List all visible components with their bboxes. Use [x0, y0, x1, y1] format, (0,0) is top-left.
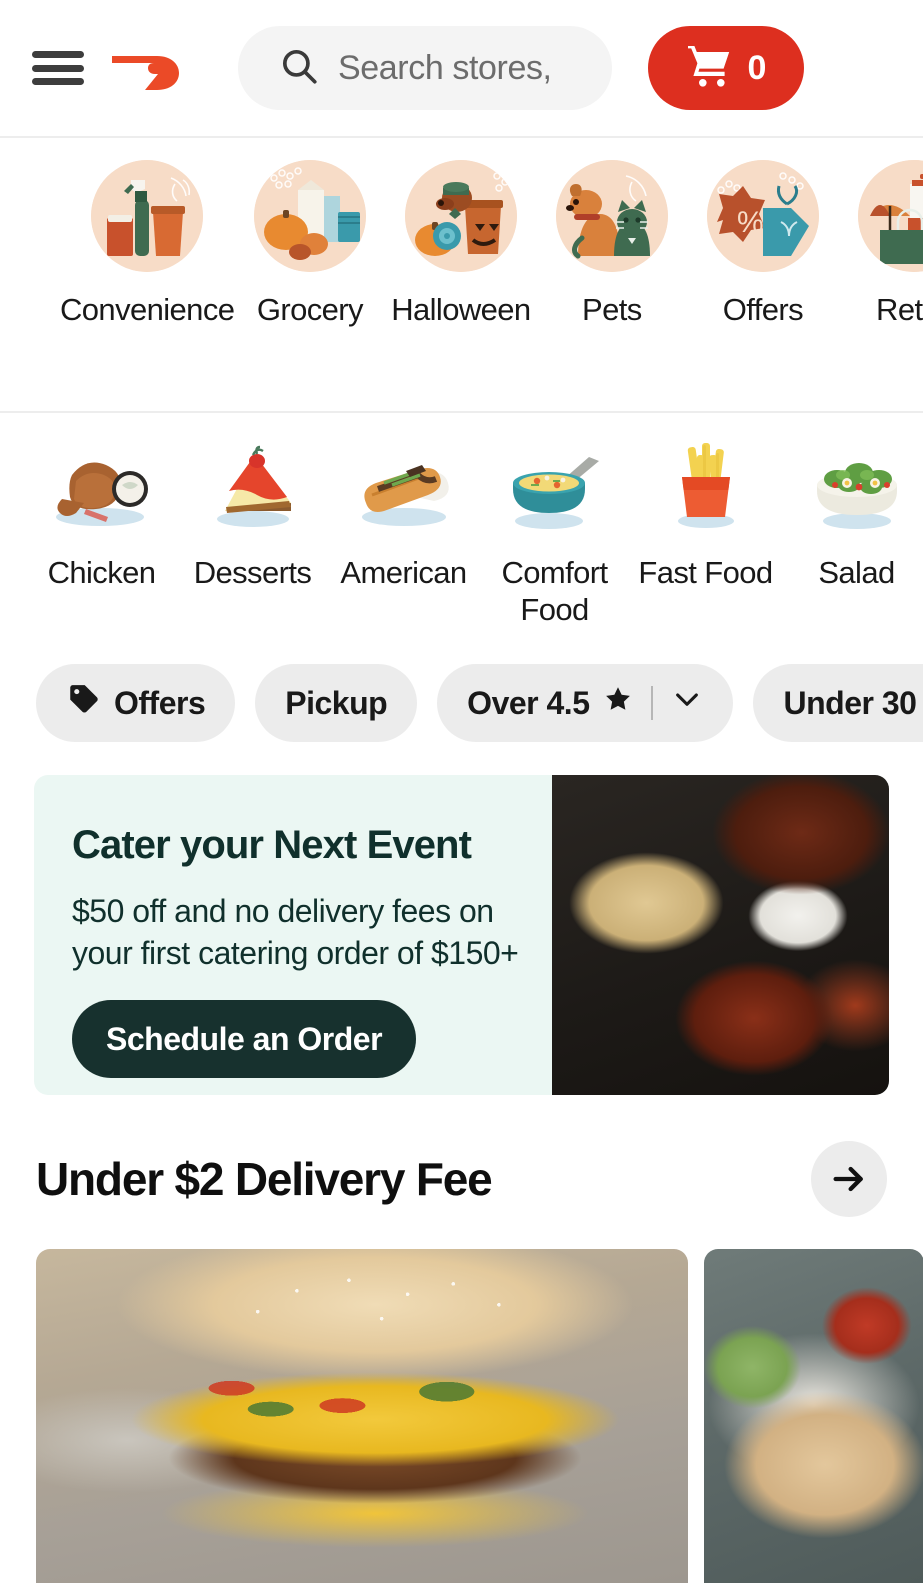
filter-chip-offers[interactable]: Offers: [36, 664, 236, 742]
category-item-pets[interactable]: Pets: [536, 160, 687, 328]
arrow-right-icon[interactable]: [811, 1141, 887, 1217]
fast-food-icon: [652, 441, 760, 533]
cuisine-item-fast-food[interactable]: Fast Food: [630, 441, 781, 592]
cuisine-label: American: [340, 555, 467, 590]
cuisine-label: Desserts: [193, 555, 312, 590]
filter-chip-label: Offers: [114, 684, 206, 721]
category-label: Offers: [722, 292, 804, 327]
filter-chip-row[interactable]: Offers Pickup Over 4.5 Under 30 m: [0, 655, 923, 751]
catering-tray-photo: [552, 775, 889, 1095]
chevron-down-icon[interactable]: [671, 683, 703, 723]
doordash-home-page: Search stores, 0 Convenience Grocery Hal…: [0, 0, 923, 1583]
filter-chip-delivery-time[interactable]: Under 30 m: [753, 664, 923, 742]
retail-icon: [857, 160, 923, 272]
salad-icon: [803, 441, 911, 533]
category-item-retail[interactable]: Retail: [838, 160, 923, 328]
store-card-carousel[interactable]: [0, 1217, 923, 1583]
category-label: Grocery: [256, 292, 364, 327]
shopping-cart-icon: [686, 44, 734, 93]
pets-icon: [555, 160, 668, 272]
banner-title: Cater your Next Event: [72, 823, 472, 867]
cart-count: 0: [747, 48, 767, 87]
cuisine-label: Salad: [818, 555, 895, 590]
hamburger-menu-icon[interactable]: [32, 48, 84, 88]
banner-subtitle: $50 off and no delivery fees on your fir…: [72, 893, 519, 972]
filter-chip-label: Under 30 m: [783, 684, 923, 721]
category-label: Retail: [876, 292, 923, 327]
cuisine-item-chicken[interactable]: Chicken: [26, 441, 177, 592]
halloween-icon: [404, 160, 517, 272]
convenience-icon: [91, 160, 204, 272]
catering-promo-banner[interactable]: Cater your Next Event $50 off and no del…: [34, 775, 889, 1095]
cuisine-label: Comfort Food: [501, 555, 608, 627]
filter-chip-label: Pickup: [285, 684, 388, 721]
cuisine-item-desserts[interactable]: Desserts: [177, 441, 328, 592]
desserts-icon: [199, 441, 307, 533]
cuisine-carousel[interactable]: Chicken Desserts American Comfort Food F…: [0, 413, 923, 655]
filter-chip-label: Over 4.5: [467, 684, 590, 721]
schedule-an-order-button[interactable]: Schedule an Order: [72, 1000, 417, 1079]
category-item-convenience[interactable]: Convenience: [60, 160, 235, 328]
store-card[interactable]: [704, 1249, 923, 1583]
search-input[interactable]: Search stores,: [238, 26, 612, 110]
category-item-grocery[interactable]: Grocery: [234, 160, 385, 328]
cart-button[interactable]: 0: [648, 26, 804, 110]
filter-chip-pickup[interactable]: Pickup: [255, 664, 418, 742]
category-label: Pets: [582, 292, 642, 327]
filter-chip-rating[interactable]: Over 4.5: [437, 664, 734, 742]
category-label: Halloween: [391, 292, 531, 327]
category-label: Convenience: [60, 292, 235, 327]
section-header-under-2-delivery-fee: Under $2 Delivery Fee: [0, 1095, 923, 1217]
chip-divider: [651, 686, 654, 720]
star-icon: [603, 684, 633, 722]
store-card[interactable]: [36, 1249, 688, 1583]
cuisine-label: Fast Food: [638, 555, 773, 590]
cuisine-label: Chicken: [47, 555, 156, 590]
grocery-icon: [253, 160, 366, 272]
category-item-offers[interactable]: % Offers: [687, 160, 838, 328]
app-header: Search stores, 0: [0, 0, 923, 138]
cheeseburger-photo: [36, 1249, 688, 1583]
quesadilla-photo: [704, 1249, 923, 1583]
banner-text-area: Cater your Next Event $50 off and no del…: [34, 775, 552, 1095]
category-item-halloween[interactable]: Halloween: [385, 160, 536, 328]
page-title: Under $2 Delivery Fee: [36, 1153, 493, 1205]
offers-icon: %: [706, 160, 819, 272]
search-placeholder-text: Search stores,: [338, 48, 552, 87]
comfort-food-icon: [501, 441, 609, 533]
american-icon: [350, 441, 458, 533]
doordash-logo-icon[interactable]: [110, 42, 186, 94]
cuisine-item-american[interactable]: American: [328, 441, 479, 592]
svg-text:%: %: [737, 206, 764, 239]
chicken-icon: [48, 441, 156, 533]
cuisine-item-comfort-food[interactable]: Comfort Food: [479, 441, 630, 628]
category-carousel[interactable]: Convenience Grocery Halloween Pets % Off…: [0, 138, 923, 413]
search-icon: [278, 45, 320, 92]
cuisine-item-salad[interactable]: Salad: [781, 441, 923, 592]
tag-icon: [66, 682, 100, 724]
